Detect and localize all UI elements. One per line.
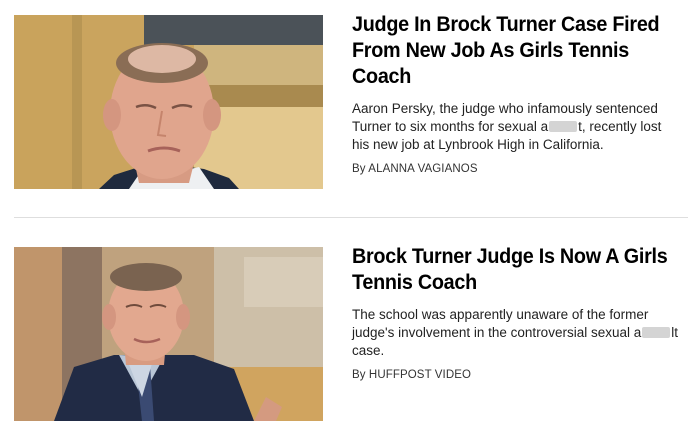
- article-text: Brock Turner Judge Is Now A Girls Tennis…: [352, 243, 688, 381]
- article-summary: Aaron Persky, the judge who infamously s…: [352, 100, 682, 154]
- judge-video-still-image: [14, 247, 323, 421]
- article-thumbnail[interactable]: [14, 247, 323, 421]
- article-text: Judge In Brock Turner Case Fired From Ne…: [352, 11, 688, 175]
- judge-portrait-image: [14, 15, 323, 189]
- article-summary: The school was apparently unaware of the…: [352, 306, 682, 360]
- summary-text-start: The school was apparently unaware of the…: [352, 307, 649, 340]
- byline-prefix: By: [352, 163, 366, 175]
- author-link[interactable]: HUFFPOST VIDEO: [369, 369, 471, 381]
- article-card: Brock Turner Judge Is Now A Girls Tennis…: [0, 232, 700, 435]
- byline-prefix: By: [352, 369, 366, 381]
- redaction-mark: [549, 121, 578, 132]
- article-card: Judge In Brock Turner Case Fired From Ne…: [0, 0, 700, 205]
- author-link[interactable]: ALANNA VAGIANOS: [368, 163, 477, 175]
- article-thumbnail[interactable]: [14, 15, 323, 189]
- byline: By HUFFPOST VIDEO: [352, 369, 688, 381]
- article-feed: Judge In Brock Turner Case Fired From Ne…: [0, 0, 700, 435]
- article-headline[interactable]: Judge In Brock Turner Case Fired From Ne…: [352, 11, 683, 89]
- article-divider: [14, 217, 688, 218]
- article-headline[interactable]: Brock Turner Judge Is Now A Girls Tennis…: [352, 243, 683, 295]
- byline: By ALANNA VAGIANOS: [352, 163, 688, 175]
- redaction-mark: [642, 327, 671, 338]
